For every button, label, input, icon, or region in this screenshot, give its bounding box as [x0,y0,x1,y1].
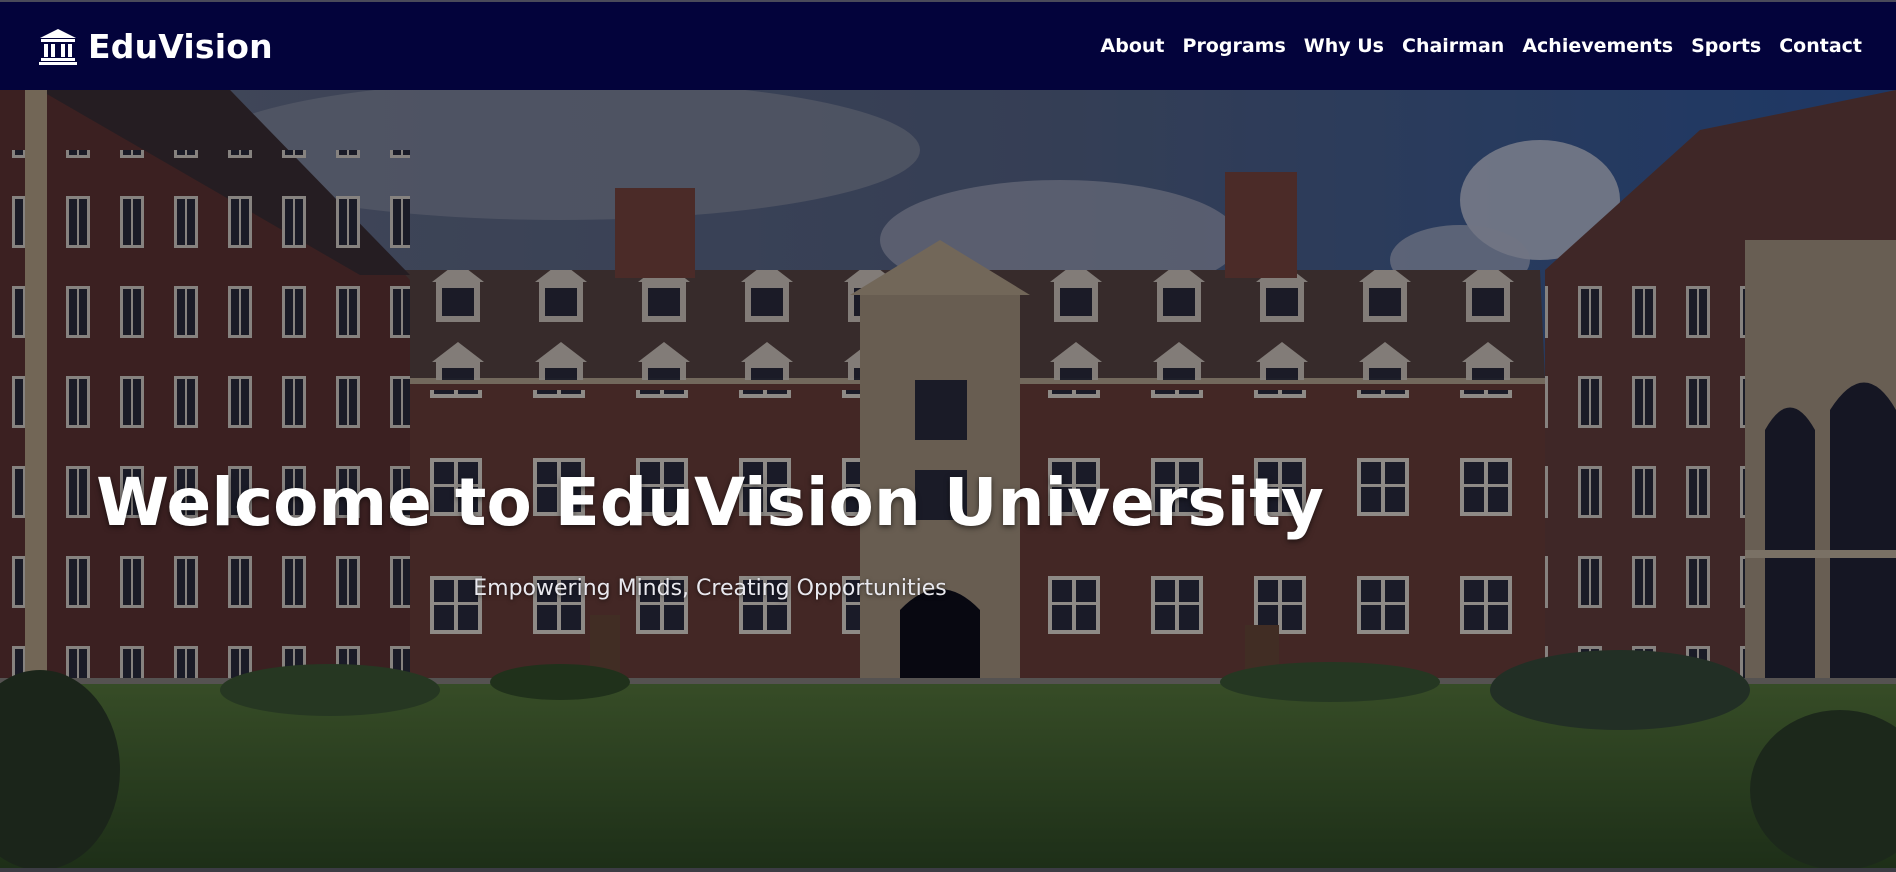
brand-logo-link[interactable]: EduVision [38,26,273,66]
hero-content: Welcome to EduVision University Empoweri… [0,90,1420,872]
nav-link-why-us[interactable]: Why Us [1295,29,1393,63]
nav-link-achievements[interactable]: Achievements [1513,29,1682,63]
hero-section: Welcome to EduVision University Empoweri… [0,90,1896,872]
nav-link-contact[interactable]: Contact [1770,29,1862,63]
university-building-icon [39,29,77,65]
nav-link-programs[interactable]: Programs [1174,29,1295,63]
nav-link-chairman[interactable]: Chairman [1393,29,1513,63]
bottom-border [0,868,1896,872]
page: EduVision About Programs Why Us Chairman… [0,0,1896,872]
hero-title: Welcome to EduVision University [96,464,1324,541]
top-navbar: EduVision About Programs Why Us Chairman… [0,0,1896,90]
brand-name: EduVision [88,26,273,66]
nav-link-about[interactable]: About [1092,29,1174,63]
nav-link-sports[interactable]: Sports [1682,29,1770,63]
hero-subtitle: Empowering Minds, Creating Opportunities [473,576,947,601]
nav-links: About Programs Why Us Chairman Achieveme… [1092,29,1862,63]
